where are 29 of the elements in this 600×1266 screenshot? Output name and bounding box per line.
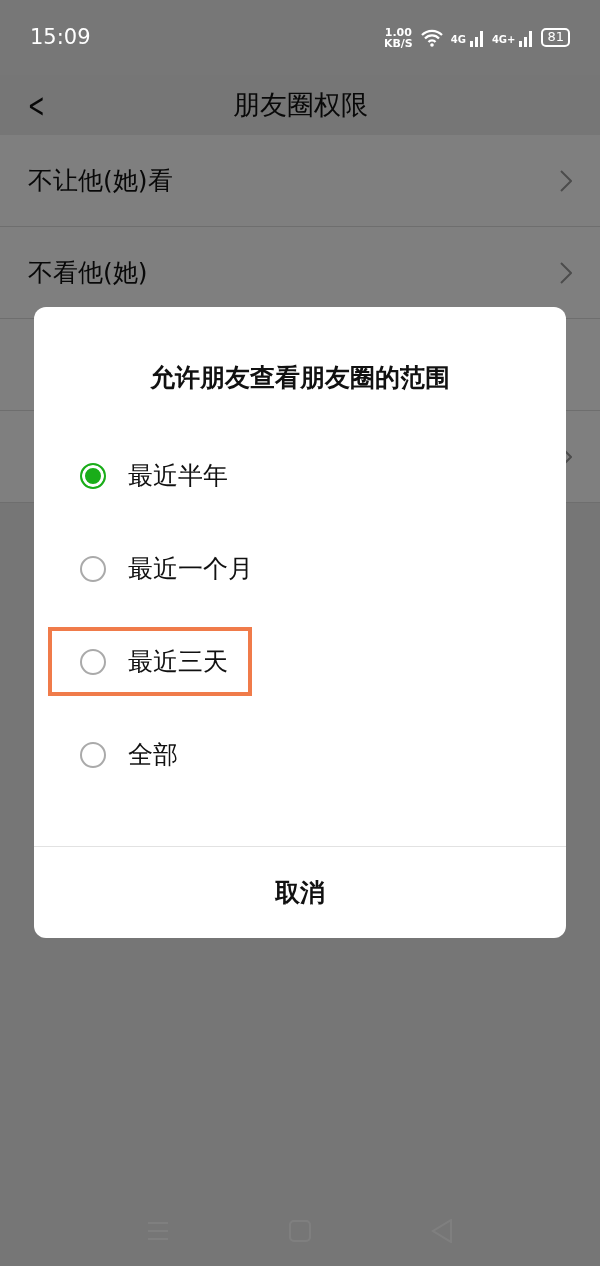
option-label: 最近一个月: [128, 552, 253, 585]
option-label: 全部: [128, 738, 178, 771]
option-label: 最近半年: [128, 459, 228, 492]
radio-button[interactable]: [80, 648, 106, 675]
cancel-button[interactable]: 取消: [34, 846, 566, 938]
radio-button[interactable]: [80, 555, 106, 582]
network-type: 4G+: [491, 32, 516, 47]
status-time: 15:09: [30, 23, 91, 51]
option-label: 最近三天: [128, 645, 228, 678]
chevron-icon: [560, 261, 572, 284]
signal-icon: [469, 28, 484, 47]
network-speed: 1.00: [383, 26, 413, 38]
speed-unit: KB/S: [383, 37, 413, 49]
signal-icon: [519, 28, 534, 47]
setting-label: 不让他(她)看: [28, 164, 174, 197]
radio-option[interactable]: 全部: [48, 719, 202, 790]
radio-option[interactable]: 最近半年: [48, 440, 252, 511]
wifi-icon: [420, 28, 443, 47]
radio-button[interactable]: [80, 462, 106, 489]
page-title: 朋友圈权限: [232, 87, 368, 122]
back-button[interactable]: <: [27, 88, 45, 122]
radio-option[interactable]: 最近一个月: [48, 533, 277, 604]
dialog-title: 允许朋友查看朋友圈的范围: [149, 362, 451, 394]
radio-option[interactable]: 最近三天: [48, 626, 252, 697]
setting-label: 不看他(她): [28, 256, 149, 289]
chevron-icon: [560, 169, 572, 192]
radio-button[interactable]: [80, 741, 106, 768]
battery-level: 81: [541, 28, 570, 47]
network-type: 4G: [450, 32, 466, 47]
